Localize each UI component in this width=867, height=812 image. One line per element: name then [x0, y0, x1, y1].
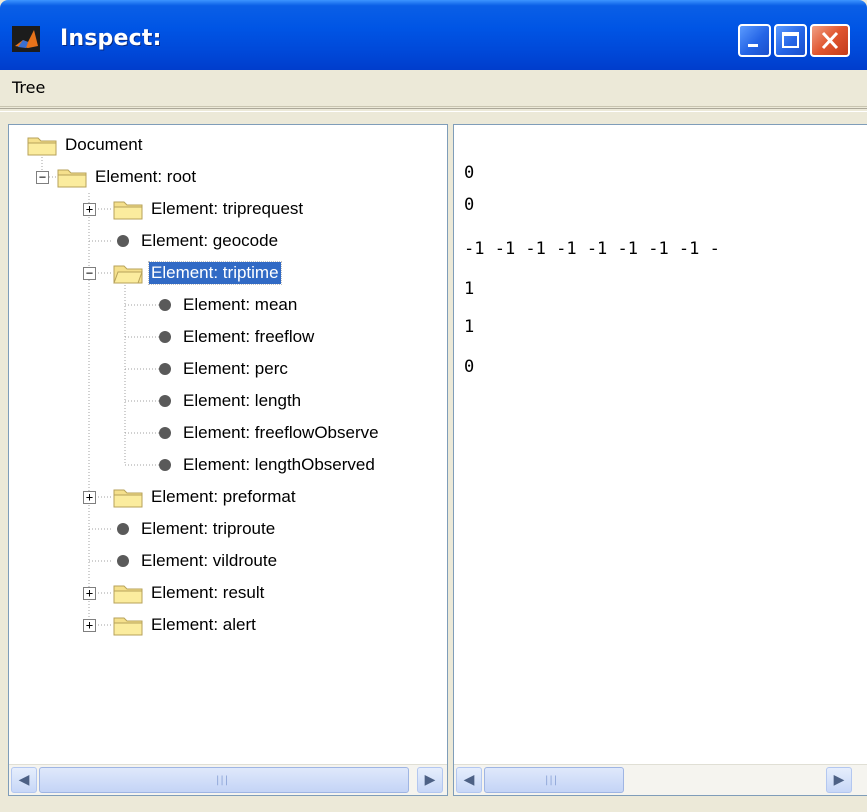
tree-node-label: Element: triproute	[141, 519, 276, 538]
tree-node[interactable]: Element: triprequest	[113, 195, 305, 223]
folder-icon	[27, 137, 57, 156]
tree-node[interactable]: Element: geocode	[113, 227, 280, 255]
expand-triprequest-toggle[interactable]: +	[83, 203, 96, 216]
scroll-right-button[interactable]: ▶	[826, 767, 852, 793]
tree-node[interactable]: Element: perc	[155, 355, 290, 383]
grip-icon: |||	[545, 775, 559, 786]
close-icon	[821, 31, 839, 50]
scroll-right-button[interactable]: ▶	[417, 767, 443, 793]
minimize-icon	[748, 44, 758, 47]
leaf-node-icon	[159, 363, 171, 375]
tree-node-label: Element: alert	[151, 615, 256, 634]
tree-horizontal-scrollbar[interactable]: ◀ ||| ▶	[9, 764, 447, 795]
tree-node[interactable]: Element: length	[155, 387, 303, 415]
window-title: Inspect:	[60, 26, 162, 51]
tree-node-label: Element: root	[95, 167, 197, 186]
tree-node-label: Element: length	[183, 391, 302, 410]
expand-result-toggle[interactable]: +	[83, 587, 96, 600]
tree-node[interactable]: Element: mean	[155, 291, 299, 319]
tree-node-label: Element: lengthObserved	[183, 455, 375, 474]
leaf-node-icon	[117, 555, 129, 567]
leaf-node-icon	[159, 427, 171, 439]
value-pane[interactable]: 0 0 -1 -1 -1 -1 -1 -1 -1 -1 - 1 1 0 ◀ ||…	[453, 124, 867, 796]
tree-node-label: Element: freeflowObserve	[183, 423, 379, 442]
leaf-node-icon	[117, 523, 129, 535]
leaf-node-icon	[159, 395, 171, 407]
maximize-button[interactable]	[774, 24, 807, 57]
scroll-left-button[interactable]: ◀	[11, 767, 37, 793]
value-line: 0	[464, 163, 475, 183]
tree-node-document[interactable]: Document	[27, 131, 144, 159]
menu-tree[interactable]: Tree	[12, 78, 45, 97]
tree-node[interactable]: Element: result	[113, 579, 266, 607]
tree-node-label: Element: triprequest	[151, 199, 304, 218]
tree-node-label: Element: freeflow	[183, 327, 315, 346]
folder-icon	[113, 585, 143, 604]
leaf-node-icon	[159, 331, 171, 343]
folder-icon	[113, 201, 143, 220]
value-horizontal-scrollbar[interactable]: ◀ ||| ▶	[454, 764, 867, 795]
value-line: -1 -1 -1 -1 -1 -1 -1 -1 -	[464, 239, 720, 259]
minimize-button[interactable]	[738, 24, 771, 57]
grip-icon: |||	[216, 775, 230, 786]
folder-icon	[57, 169, 87, 188]
expand-preformat-toggle[interactable]: +	[83, 491, 96, 504]
tree-node-label: Element: preformat	[151, 487, 296, 506]
menu-separator	[0, 108, 867, 112]
tree-pane[interactable]: − + − + + + Document Element: root Eleme…	[8, 124, 448, 796]
value-line: 1	[464, 317, 475, 337]
collapse-triptime-toggle[interactable]: −	[83, 267, 96, 280]
scroll-thumb[interactable]: |||	[39, 767, 409, 793]
tree-node[interactable]: Element: freeflow	[155, 323, 316, 351]
tree-node[interactable]: Element: lengthObserved	[155, 451, 377, 479]
tree-node[interactable]: Element: root	[57, 163, 198, 191]
leaf-node-icon	[159, 299, 171, 311]
leaf-node-icon	[159, 459, 171, 471]
leaf-node-icon	[117, 235, 129, 247]
close-button[interactable]	[810, 24, 850, 57]
value-line: 0	[464, 195, 475, 215]
tree-node[interactable]: Element: freeflowObserve	[155, 419, 381, 447]
folder-icon	[113, 489, 143, 508]
expand-alert-toggle[interactable]: +	[83, 619, 96, 632]
tree-node-label: Element: geocode	[141, 231, 279, 250]
folder-icon	[113, 617, 143, 636]
tree-node[interactable]: Element: alert	[113, 611, 258, 639]
collapse-root-toggle[interactable]: −	[36, 171, 49, 184]
open-folder-icon	[113, 265, 143, 284]
menu-bar: Tree	[0, 70, 867, 107]
tree-node[interactable]: Element: preformat	[113, 483, 298, 511]
scroll-left-button[interactable]: ◀	[456, 767, 482, 793]
tree-node-selected[interactable]: Element: triptime	[113, 259, 282, 287]
tree-node-label: Element: result	[151, 583, 265, 602]
value-line: 1	[464, 279, 475, 299]
tree-node[interactable]: Element: triproute	[113, 515, 277, 543]
title-bar[interactable]: Inspect:	[0, 0, 867, 70]
tree-node-label: Element: mean	[183, 295, 298, 314]
maximize-icon	[782, 32, 799, 48]
tree-node[interactable]: Element: vildroute	[113, 547, 279, 575]
matlab-logo-icon	[12, 26, 40, 52]
tree-node-label: Element: vildroute	[141, 551, 278, 570]
tree-node-label: Element: triptime	[148, 261, 282, 285]
scroll-thumb[interactable]: |||	[484, 767, 624, 793]
value-line: 0	[464, 357, 475, 377]
tree-node-label: Element: perc	[183, 359, 288, 378]
tree-node-label: Document	[65, 135, 143, 154]
